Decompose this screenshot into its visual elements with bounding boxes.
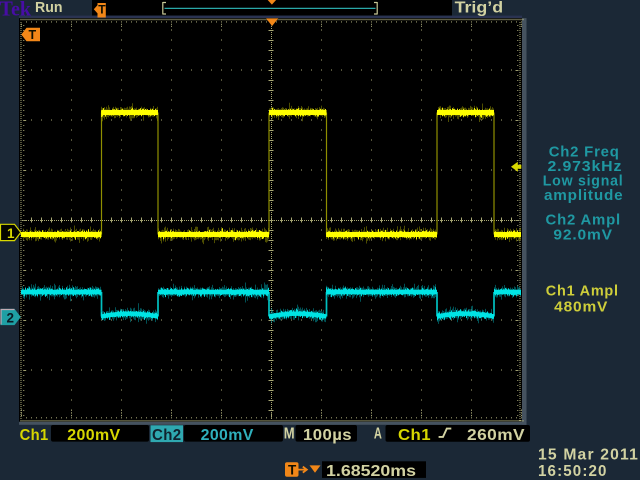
svg-text:100µs: 100µs xyxy=(303,427,352,444)
svg-text:15 Mar 2011: 15 Mar 2011 xyxy=(538,447,639,464)
svg-text:1.68520ms: 1.68520ms xyxy=(326,463,416,480)
svg-text:92.0mV: 92.0mV xyxy=(553,226,613,243)
svg-text:260mV: 260mV xyxy=(467,427,525,444)
svg-text:M: M xyxy=(284,426,295,443)
svg-text:Ch1 Ampl: Ch1 Ampl xyxy=(546,282,619,299)
svg-text:2: 2 xyxy=(7,311,15,326)
svg-text:1: 1 xyxy=(7,226,15,241)
svg-text:200mV: 200mV xyxy=(201,427,254,444)
svg-text:16:50:20: 16:50:20 xyxy=(538,463,608,480)
svg-text:Tek: Tek xyxy=(0,0,31,21)
svg-text:200mV: 200mV xyxy=(67,427,120,444)
svg-text:A: A xyxy=(374,426,382,443)
svg-text:T: T xyxy=(98,2,106,16)
svg-text:Ch2: Ch2 xyxy=(152,427,182,444)
svg-text:Trig’d: Trig’d xyxy=(455,0,504,17)
svg-text:Run: Run xyxy=(35,0,63,16)
svg-text:Ch1: Ch1 xyxy=(398,427,431,444)
svg-text:T: T xyxy=(288,463,297,478)
svg-text:480mV: 480mV xyxy=(554,299,608,316)
svg-text:amplitude: amplitude xyxy=(544,187,623,204)
svg-text:T: T xyxy=(29,28,37,42)
svg-text:Ch1: Ch1 xyxy=(20,427,49,444)
